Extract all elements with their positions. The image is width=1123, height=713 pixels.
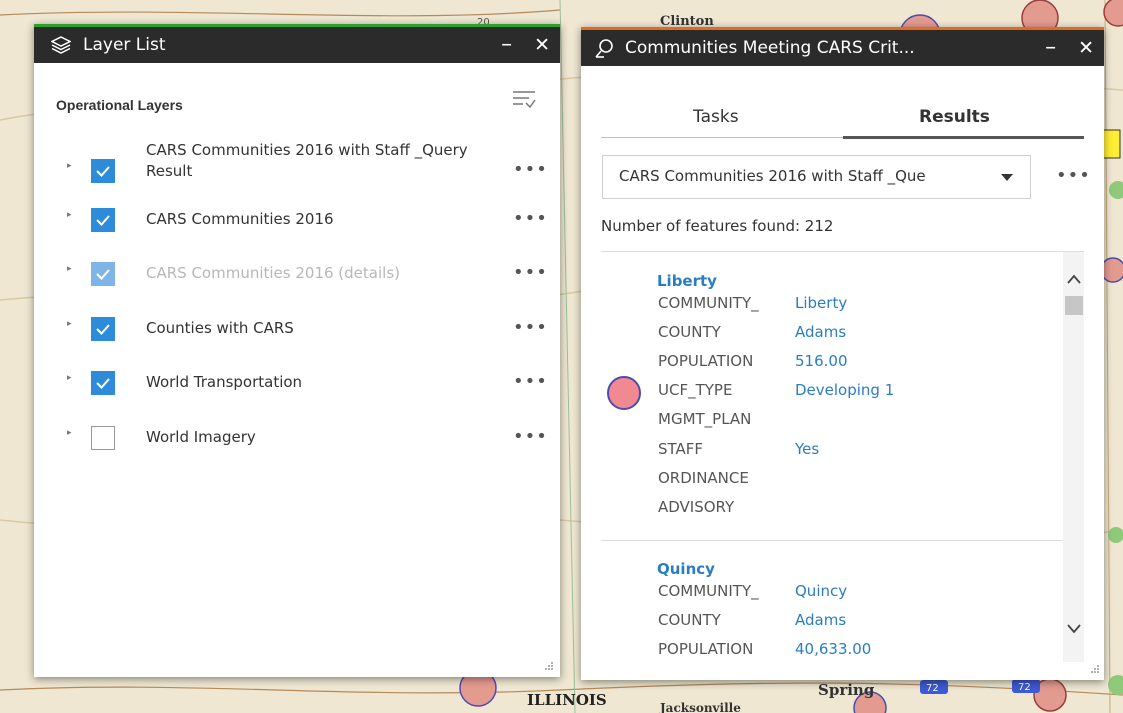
field-name: COUNTY — [658, 323, 721, 341]
chevron-down-icon — [1001, 174, 1013, 181]
layer-label: CARS Communities 2016 (details) — [146, 264, 400, 282]
expand-arrow-icon[interactable]: ▸ — [67, 161, 72, 171]
query-titlebar[interactable]: Communities Meeting CARS Crit... – ✕ — [581, 30, 1104, 66]
field-value: Developing 1 — [795, 381, 895, 399]
close-button[interactable]: ✕ — [1078, 38, 1094, 58]
layer-label: CARS Communities 2016 — [146, 210, 334, 228]
field-name: STAFF — [658, 440, 704, 458]
map-label-illinois: ILLINOIS — [527, 691, 607, 709]
expand-arrow-icon[interactable]: ▸ — [67, 264, 72, 274]
field-value: Yes — [795, 440, 820, 458]
layer-menu-button[interactable]: ••• — [513, 262, 548, 283]
result-layer-select-value: CARS Communities 2016 with Staff _Que — [619, 167, 926, 185]
field-value: Quincy — [795, 582, 848, 600]
layer-list-titlebar[interactable]: Layer List – ✕ — [34, 27, 560, 63]
field-name: ADVISORY — [658, 498, 735, 516]
feature-title[interactable]: Quincy — [657, 560, 715, 578]
field-name: MGMT_PLAN — [658, 410, 752, 428]
layer-visibility-checkbox[interactable] — [91, 371, 115, 395]
map-point-symbol[interactable] — [1100, 257, 1123, 283]
layer-label: Counties with CARS — [146, 319, 294, 337]
layer-options-icon[interactable] — [512, 90, 536, 114]
minimize-button[interactable]: – — [1045, 37, 1056, 59]
scrollbar-thumb[interactable] — [1065, 296, 1083, 315]
layer-label: World Transportation — [146, 373, 303, 391]
layer-row[interactable]: ▸ CARS Communities 2016 ••• — [34, 196, 560, 242]
map-label-springfield: Spring — [818, 681, 875, 699]
expand-arrow-icon[interactable]: ▸ — [67, 210, 72, 220]
layer-visibility-checkbox[interactable] — [91, 317, 115, 341]
minimize-button[interactable]: – — [501, 34, 512, 56]
field-name: POPULATION — [658, 352, 754, 370]
layer-visibility-checkbox[interactable] — [91, 262, 115, 286]
operational-layers-heading: Operational Layers — [56, 97, 183, 113]
layer-menu-button[interactable]: ••• — [513, 317, 548, 338]
layer-visibility-checkbox[interactable] — [91, 426, 115, 450]
layer-row[interactable]: ▸ World Imagery ••• — [34, 414, 560, 460]
layer-visibility-checkbox[interactable] — [91, 208, 115, 232]
resize-handle[interactable] — [1090, 664, 1100, 674]
field-value: Adams — [795, 323, 847, 341]
field-value: 40,633.00 — [795, 640, 872, 658]
field-name: COUNTY — [658, 611, 721, 629]
close-button[interactable]: ✕ — [534, 35, 550, 55]
layers-icon — [51, 36, 71, 54]
query-icon — [595, 38, 615, 58]
divider — [601, 540, 1063, 541]
active-tab-indicator — [843, 136, 1084, 139]
expand-arrow-icon[interactable]: ▸ — [67, 373, 72, 383]
expand-arrow-icon[interactable]: ▸ — [67, 428, 72, 438]
layer-row[interactable]: ▸ CARS Communities 2016 (details) ••• — [34, 250, 560, 296]
map-label-jacksonville: Jacksonville — [659, 701, 741, 713]
checkmark-icon — [96, 166, 110, 177]
feature-title[interactable]: Liberty — [657, 272, 717, 290]
checkmark-icon — [96, 269, 110, 280]
layer-label: CARS Communities 2016 with Staff _Query … — [146, 141, 468, 180]
more-options-button[interactable]: ••• — [1056, 165, 1091, 186]
field-value: Liberty — [795, 294, 848, 312]
features-found-count: Number of features found: 212 — [601, 217, 834, 235]
field-name: COMMUNITY_ — [658, 294, 759, 312]
results-scrollbar[interactable] — [1063, 252, 1084, 662]
query-title: Communities Meeting CARS Crit... — [625, 38, 915, 58]
field-value: 516.00 — [795, 352, 848, 370]
field-name: POPULATION — [658, 640, 754, 658]
layer-list-title: Layer List — [83, 35, 166, 55]
query-tabs: Tasks Results — [601, 99, 1084, 139]
checkmark-icon — [96, 378, 110, 389]
field-name: ORDINANCE — [658, 469, 749, 487]
field-name: COMMUNITY_ — [658, 582, 759, 600]
layer-visibility-checkbox[interactable] — [91, 159, 115, 183]
layer-label: World Imagery — [146, 428, 256, 446]
tab-results[interactable]: Results — [919, 107, 990, 127]
expand-arrow-icon[interactable]: ▸ — [67, 319, 72, 329]
layer-list-panel: Layer List – ✕ Operational Layers ▸ CARS … — [34, 24, 560, 677]
field-name: UCF_TYPE — [658, 381, 733, 399]
layer-menu-button[interactable]: ••• — [513, 159, 548, 180]
feature-symbol — [607, 376, 641, 410]
route-shield: 72 — [1018, 682, 1031, 693]
layer-menu-button[interactable]: ••• — [513, 208, 548, 229]
resize-handle[interactable] — [544, 661, 554, 671]
layer-row[interactable]: ▸ CARS Communities 2016 with Staff _Query… — [34, 137, 560, 183]
checkmark-icon — [96, 215, 110, 226]
layer-menu-button[interactable]: ••• — [513, 371, 548, 392]
layer-menu-button[interactable]: ••• — [513, 426, 548, 447]
query-results-panel: Communities Meeting CARS Crit... – ✕ Tas… — [581, 27, 1104, 680]
chevron-up-icon[interactable] — [1067, 274, 1081, 284]
layer-row[interactable]: ▸ World Transportation ••• — [34, 359, 560, 405]
field-value: Adams — [795, 611, 847, 629]
checkmark-icon — [96, 324, 110, 335]
layer-row[interactable]: ▸ Counties with CARS ••• — [34, 305, 560, 351]
result-layer-select[interactable]: CARS Communities 2016 with Staff _Que — [602, 155, 1031, 199]
tab-tasks[interactable]: Tasks — [693, 107, 739, 127]
route-shield: 72 — [926, 683, 939, 694]
chevron-down-icon[interactable] — [1067, 624, 1081, 634]
results-list[interactable]: Liberty COMMUNITY_ Liberty COUNTY Adams … — [601, 251, 1084, 662]
